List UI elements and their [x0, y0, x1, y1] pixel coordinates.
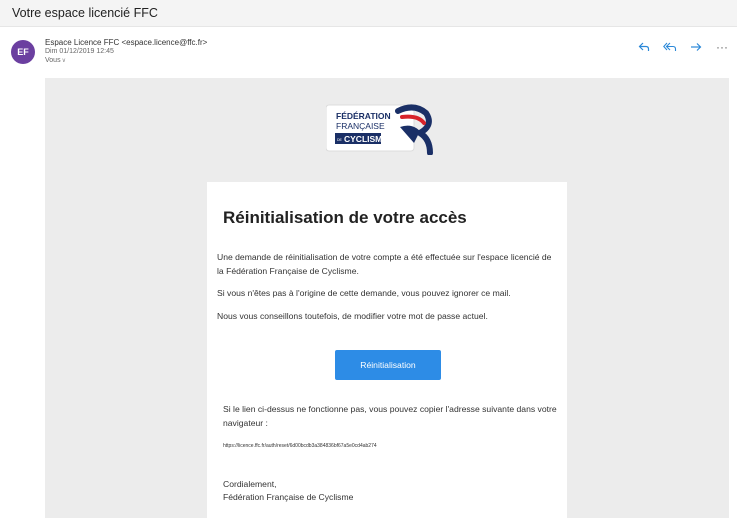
sent-date: Dim 01/12/2019 12:45 [45, 48, 114, 55]
logo-prefix: DE [337, 138, 343, 142]
sender-avatar[interactable]: EF [11, 40, 35, 64]
closing: Cordialement, [223, 479, 277, 489]
paragraph-3: Nous vous conseillons toutefois, de modi… [217, 311, 488, 321]
chevron-down-icon: ∨ [61, 58, 66, 64]
fallback-hint: Si le lien ci-dessus ne fonctionne pas, … [223, 404, 557, 428]
paragraph-1: Une demande de réinitialisation de votre… [217, 252, 552, 276]
email-body-background: FÉDÉRATION FRANÇAISE DE CYCLISME Réiniti… [45, 78, 729, 518]
subject-bar: Votre espace licencié FFC [0, 0, 737, 27]
reply-icon[interactable] [637, 40, 651, 54]
email-title: Réinitialisation de votre accès [223, 208, 467, 227]
signature: Fédération Française de Cyclisme [223, 492, 354, 502]
more-icon[interactable]: ··· [715, 40, 729, 54]
logo-line1: FÉDÉRATION [336, 111, 391, 121]
forward-icon[interactable] [689, 40, 703, 54]
reset-url[interactable]: https://licence.ffc.fr/auth/reset/6d00bc… [223, 443, 377, 449]
email-subject: Votre espace licencié FFC [12, 6, 158, 20]
email-content-card: Réinitialisation de votre accès Une dema… [207, 182, 567, 518]
logo-line2: FRANÇAISE [336, 121, 385, 131]
sender-address[interactable]: Espace Licence FFC <espace.licence@ffc.f… [45, 38, 207, 47]
recipient-label: Vous [45, 57, 61, 64]
recipient[interactable]: Vous∨ [45, 57, 66, 64]
logo-line3: CYCLISME [344, 134, 388, 144]
reset-button[interactable]: Réinitialisation [335, 350, 441, 380]
paragraph-2: Si vous n'êtes pas à l'origine de cette … [217, 288, 511, 298]
reply-all-icon[interactable] [663, 40, 677, 54]
ffc-logo: FÉDÉRATION FRANÇAISE DE CYCLISME [325, 103, 444, 156]
message-actions: ··· [637, 40, 729, 54]
